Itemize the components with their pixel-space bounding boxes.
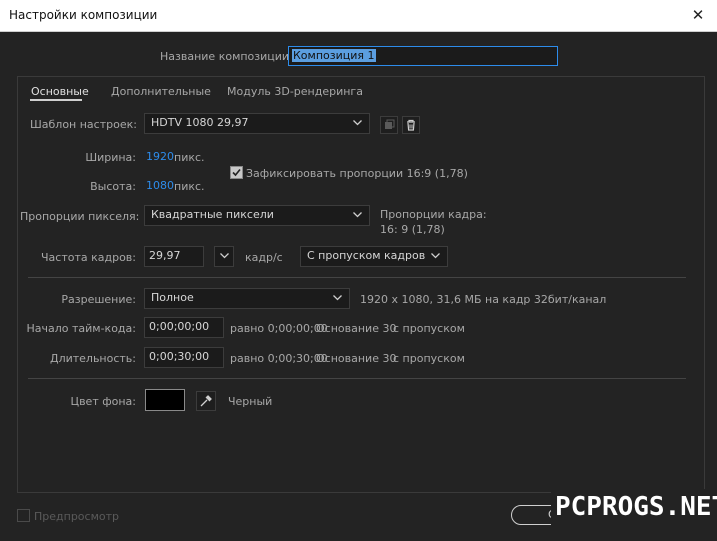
drop-frame-value: С пропуском кадров — [307, 249, 426, 262]
pixel-aspect-dropdown[interactable]: Квадратные пиксели — [144, 205, 370, 226]
frame-aspect-value: 16: 9 (1,78) — [380, 223, 445, 236]
preset-dropdown[interactable]: HDTV 1080 29,97 — [144, 113, 370, 134]
frame-aspect-label: Пропорции кадра: — [380, 208, 487, 221]
duration-value: 0;00;30;00 — [149, 350, 210, 363]
watermark: PCPROGS.NET — [551, 489, 717, 525]
duration-label: Длительность: — [49, 352, 136, 365]
resolution-value: Полное — [151, 291, 194, 304]
chevron-down-icon — [431, 253, 440, 259]
title-bar: Настройки композиции ✕ — [0, 0, 717, 32]
duration-equals: равно 0;00;30;00 — [230, 352, 328, 365]
background-color-name: Черный — [228, 395, 273, 408]
preset-value: HDTV 1080 29,97 — [151, 116, 249, 129]
settings-panel — [17, 76, 705, 493]
resolution-dropdown[interactable]: Полное — [144, 288, 350, 309]
save-preset-icon[interactable] — [380, 116, 398, 134]
frame-rate-dropdown[interactable] — [214, 246, 234, 267]
preview-checkbox[interactable] — [17, 509, 30, 522]
lock-aspect-checkbox[interactable] — [230, 166, 243, 179]
frame-rate-input[interactable]: 29,97 — [144, 246, 204, 267]
resolution-info: 1920 x 1080, 31,6 МБ на кадр 32бит/канал — [360, 293, 607, 306]
start-timecode-input[interactable]: 0;00;00;00 — [144, 317, 224, 338]
duration-input[interactable]: 0;00;30;00 — [144, 347, 224, 368]
preset-label: Шаблон настроек: — [30, 118, 137, 131]
divider — [28, 277, 686, 278]
chevron-down-icon — [333, 295, 342, 301]
start-timecode-base: Основание 30 — [316, 322, 397, 335]
divider — [28, 378, 686, 379]
close-icon[interactable]: ✕ — [679, 0, 717, 31]
eyedropper-icon[interactable] — [196, 391, 216, 411]
resolution-label: Разрешение: — [61, 293, 136, 306]
height-value[interactable]: 1080 — [146, 179, 174, 192]
preview-label: Предпросмотр — [34, 510, 119, 523]
window-title: Настройки композиции — [9, 8, 158, 22]
background-color-swatch[interactable] — [145, 389, 185, 411]
frame-rate-unit: кадр/с — [245, 251, 283, 264]
tab-advanced[interactable]: Дополнительные — [111, 85, 211, 98]
background-color-label: Цвет фона: — [70, 395, 136, 408]
pixel-aspect-value: Квадратные пиксели — [151, 208, 274, 221]
lock-aspect-label: Зафиксировать пропорции 16:9 (1,78) — [246, 167, 468, 180]
chevron-down-icon — [353, 212, 362, 218]
width-label: Ширина: — [85, 151, 136, 164]
chevron-down-icon — [353, 120, 362, 126]
start-timecode-equals: равно 0;00;00;00 — [230, 322, 328, 335]
frame-rate-label: Частота кадров: — [40, 251, 136, 264]
drop-frame-dropdown[interactable]: С пропуском кадров — [300, 246, 448, 267]
tab-basic[interactable]: Основные — [31, 85, 89, 98]
duration-drop: с пропуском — [393, 352, 465, 365]
width-value[interactable]: 1920 — [146, 150, 174, 163]
frame-rate-value: 29,97 — [149, 249, 181, 262]
width-unit: пикс. — [174, 151, 205, 164]
pixel-aspect-label: Пропорции пикселя: — [20, 210, 140, 223]
height-unit: пикс. — [174, 180, 205, 193]
chevron-down-icon — [220, 253, 229, 259]
active-tab-indicator — [30, 99, 82, 101]
composition-name-input[interactable]: Композиция 1 — [288, 46, 558, 66]
trash-icon[interactable] — [402, 116, 420, 134]
duration-base: Основание 30 — [316, 352, 397, 365]
start-timecode-label: Начало тайм-кода: — [26, 322, 136, 335]
checkmark-icon — [232, 168, 241, 177]
start-timecode-value: 0;00;00;00 — [149, 320, 210, 333]
composition-name-label: Название композиции: — [160, 50, 293, 63]
height-label: Высота: — [90, 180, 136, 193]
composition-name-value: Композиция 1 — [292, 49, 376, 62]
tab-3d-renderer[interactable]: Модуль 3D-рендеринга — [227, 85, 363, 98]
start-timecode-drop: с пропуском — [393, 322, 465, 335]
